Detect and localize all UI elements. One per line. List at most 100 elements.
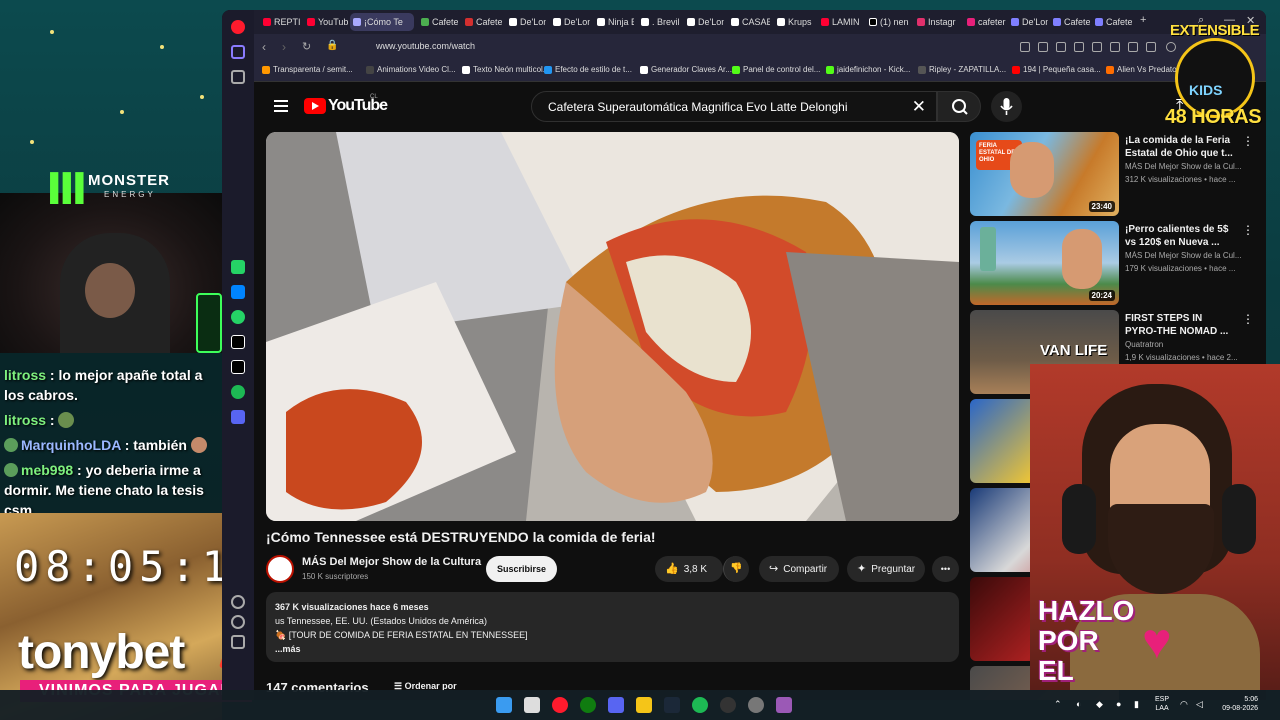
browser-tab[interactable]: De'Lon: [1008, 13, 1048, 31]
search-input[interactable]: Cafetera Superautomática Magnifica Evo L…: [531, 91, 937, 122]
browser-tab-active[interactable]: ¡Cómo Te: [350, 13, 414, 31]
browser-tab[interactable]: De'Lon: [684, 13, 724, 31]
video-description[interactable]: 367 K visualizaciones hace 6 meses us Te…: [266, 592, 959, 662]
tray-icon[interactable]: ●: [1116, 699, 1121, 709]
new-tab-button[interactable]: +: [1140, 14, 1146, 26]
youtube-logo-icon[interactable]: [304, 98, 326, 114]
toolbar-icon[interactable]: [1056, 42, 1066, 52]
browser-tab[interactable]: Instagr: [914, 13, 958, 31]
bookmark-item[interactable]: Panel de control del...: [732, 65, 820, 74]
toolbar-icon[interactable]: [1020, 42, 1030, 52]
reload-icon[interactable]: ↻: [302, 40, 311, 53]
system-clock[interactable]: 5:06 09-08-2026: [1214, 695, 1258, 713]
browser-tab[interactable]: REPTIL: [260, 13, 300, 31]
aria-icon[interactable]: [231, 410, 245, 424]
show-more-link[interactable]: ...más: [275, 642, 950, 656]
recommended-video[interactable]: 20:24 ¡Perro calientes de 5$ vs 120$ en …: [970, 221, 1260, 305]
forward-icon[interactable]: ›: [282, 40, 286, 54]
toolbar-icon[interactable]: [1146, 42, 1156, 52]
toolbar-icon[interactable]: [1038, 42, 1048, 52]
language-indicator[interactable]: ESP LAA: [1155, 695, 1169, 713]
x-icon[interactable]: [231, 360, 245, 374]
url-field[interactable]: www.youtube.com/watch: [376, 41, 475, 51]
browser-tab[interactable]: YouTub: [304, 13, 348, 31]
opera-icon[interactable]: [231, 20, 245, 34]
bookmark-item[interactable]: Texto Neón multicol...: [462, 65, 549, 74]
history-icon[interactable]: [231, 615, 245, 629]
video-thumbnail[interactable]: FERIA ESTATAL DE OHIO 23:40: [970, 132, 1119, 216]
heart-icon[interactable]: [231, 595, 245, 609]
toolbar-icon[interactable]: [1092, 42, 1102, 52]
bookmark-item[interactable]: Efecto de estilo de t...: [544, 65, 632, 74]
messenger-icon[interactable]: [231, 285, 245, 299]
browser-tab[interactable]: Cafeter: [418, 13, 458, 31]
bookmark-item[interactable]: Transparenta / semit...: [262, 65, 353, 74]
tray-icon[interactable]: ◆: [1096, 699, 1103, 710]
browser-tab[interactable]: Cafeter: [1092, 13, 1132, 31]
subscribe-button[interactable]: Suscribirse: [486, 556, 557, 582]
share-button[interactable]: ↪ Compartir: [759, 556, 839, 582]
dislike-button[interactable]: 👎: [723, 556, 749, 582]
toolbar-icon[interactable]: [1110, 42, 1120, 52]
folder-icon[interactable]: [636, 697, 652, 713]
voice-search-button[interactable]: [991, 91, 1022, 122]
browser-tab[interactable]: (1) nen: [866, 13, 910, 31]
browser-tab[interactable]: De'Lon: [550, 13, 590, 31]
more-options-icon[interactable]: ⋮: [1242, 223, 1254, 237]
toolbar-icon[interactable]: [1074, 42, 1084, 52]
clear-search-icon[interactable]: ✕: [912, 97, 926, 117]
tiktok-icon[interactable]: [231, 335, 245, 349]
microphone-tray-icon[interactable]: ▮: [1134, 699, 1139, 710]
discord-icon[interactable]: [608, 697, 624, 713]
browser-tab[interactable]: Cafeter: [462, 13, 502, 31]
more-options-icon[interactable]: ⋮: [1242, 134, 1254, 148]
bookmark-item[interactable]: Animations Video Cl...: [366, 65, 456, 74]
opera-taskbar-icon[interactable]: [552, 697, 568, 713]
browser-tab[interactable]: CASABI: [728, 13, 770, 31]
app-icon[interactable]: [748, 697, 764, 713]
whatsapp-icon[interactable]: [231, 310, 245, 324]
spotify-taskbar-icon[interactable]: [692, 697, 708, 713]
back-icon[interactable]: ‹: [262, 40, 266, 54]
obs-icon[interactable]: [720, 697, 736, 713]
youtube-logo[interactable]: YouTube: [328, 97, 388, 115]
bookmark-item[interactable]: Ripley - ZAPATILLA...: [918, 65, 1006, 74]
video-thumbnail[interactable]: 20:24: [970, 221, 1119, 305]
menu-icon[interactable]: [274, 100, 288, 112]
tray-expand-icon[interactable]: ⌃: [1054, 699, 1062, 710]
tray-icon[interactable]: ◐: [1076, 699, 1081, 709]
browser-tab[interactable]: cafeter: [964, 13, 1006, 31]
box-icon[interactable]: [231, 635, 245, 649]
browser-tab[interactable]: Krups V: [774, 13, 814, 31]
channel-avatar[interactable]: [266, 555, 294, 583]
star-icon[interactable]: [231, 70, 245, 84]
channel-name[interactable]: MÁS Del Mejor Show de la Cultura: [302, 556, 481, 568]
whatsapp-app-icon[interactable]: [231, 260, 245, 274]
xbox-icon[interactable]: [580, 697, 596, 713]
browser-tab[interactable]: . Brevill: [638, 13, 680, 31]
ask-button[interactable]: ✦ Preguntar: [847, 556, 925, 582]
app-icon[interactable]: [776, 697, 792, 713]
recommended-video[interactable]: FERIA ESTATAL DE OHIO 23:40 ¡La comida d…: [970, 132, 1260, 216]
bookmark-item[interactable]: 194 | Pequeña casa...: [1012, 65, 1101, 74]
browser-tab[interactable]: Ninja E: [594, 13, 634, 31]
browser-tab[interactable]: Cafeter: [1050, 13, 1090, 31]
volume-icon[interactable]: ◁: [1196, 699, 1203, 710]
video-player[interactable]: [266, 132, 959, 521]
like-button[interactable]: 👍 3,8 K: [655, 556, 723, 582]
task-view-icon[interactable]: [524, 697, 540, 713]
bookmark-item[interactable]: Generador Claves Ar...: [640, 65, 732, 74]
spotify-icon[interactable]: [231, 385, 245, 399]
start-icon[interactable]: [496, 697, 512, 713]
more-options-icon[interactable]: ⋮: [1242, 312, 1254, 326]
site-info-icon[interactable]: 🔒: [326, 40, 338, 51]
search-button[interactable]: [937, 91, 981, 122]
browser-tab[interactable]: De'Lon: [506, 13, 546, 31]
more-actions-button[interactable]: •••: [932, 556, 959, 582]
home-icon[interactable]: [231, 45, 245, 59]
toolbar-icon[interactable]: [1128, 42, 1138, 52]
browser-tab[interactable]: LAMIN: [818, 13, 860, 31]
steam-icon[interactable]: [664, 697, 680, 713]
bookmark-item[interactable]: jaidefinichon - Kick...: [826, 65, 910, 74]
wifi-icon[interactable]: ◠: [1180, 699, 1188, 710]
